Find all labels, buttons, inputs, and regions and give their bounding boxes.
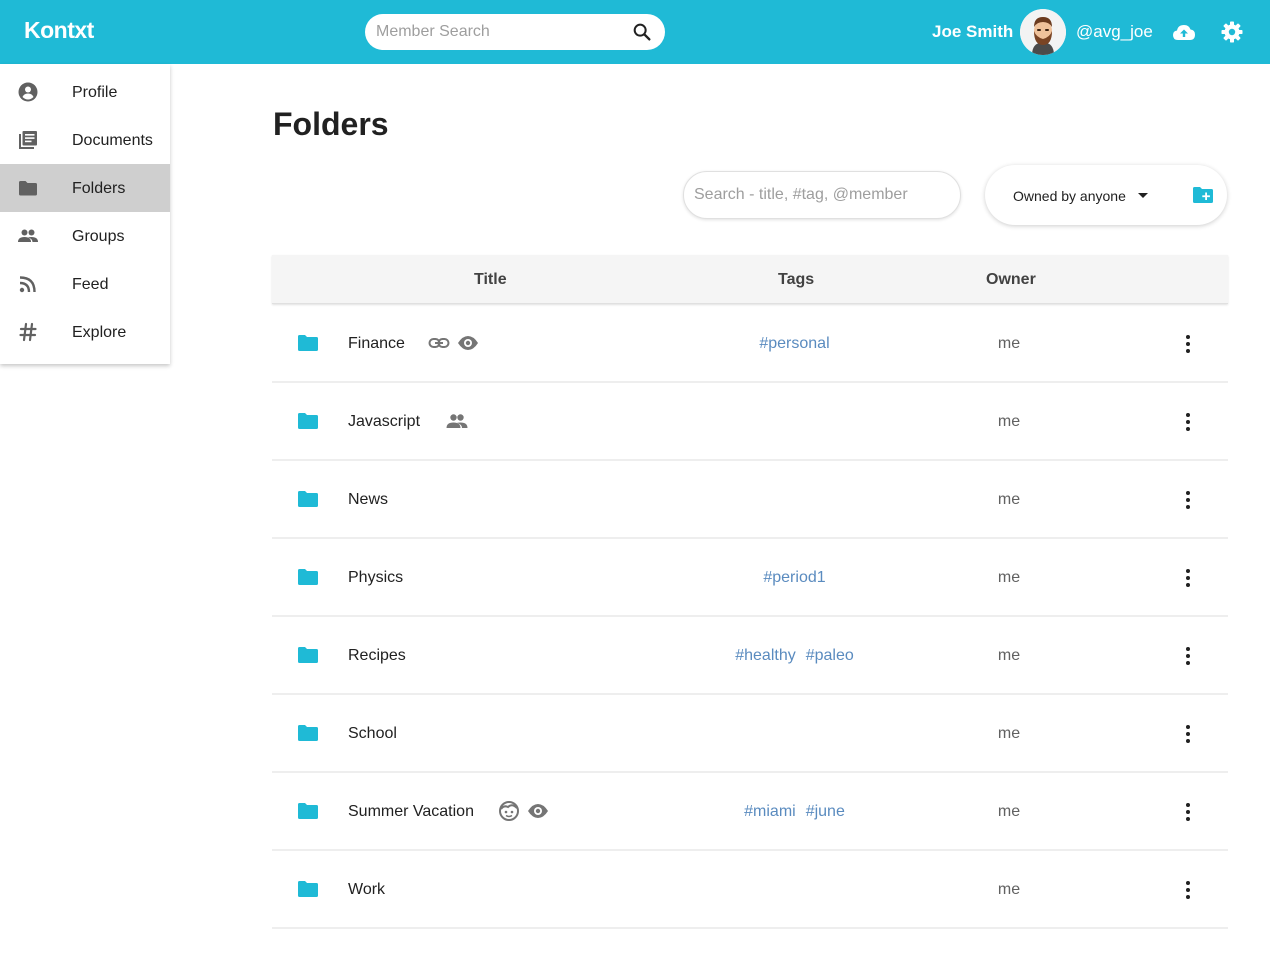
cloud-upload-icon[interactable] — [1172, 21, 1196, 43]
rss-icon — [19, 276, 36, 293]
more-vert-icon[interactable] — [1176, 410, 1200, 434]
sidebar-item-profile[interactable]: Profile — [0, 68, 170, 116]
folder-title[interactable]: News — [348, 491, 388, 509]
tag-list: #personal — [662, 335, 927, 353]
search-icon[interactable] — [631, 21, 653, 43]
owner-cell: me — [997, 725, 1021, 742]
top-app-bar: Kontxt Joe Smith @avg_joe — [0, 0, 1270, 64]
people-icon — [446, 410, 468, 432]
owner-cell: me — [997, 491, 1021, 508]
table-row[interactable]: School me — [272, 695, 1228, 773]
folder-title[interactable]: Javascript — [348, 413, 420, 431]
owner-filter-dropdown[interactable]: Owned by anyone — [1013, 188, 1126, 204]
more-vert-icon[interactable] — [1176, 722, 1200, 746]
sidebar-item-label: Documents — [72, 132, 153, 149]
owner-cell: me — [997, 413, 1021, 430]
folder-icon — [298, 647, 318, 663]
folder-title[interactable]: School — [348, 725, 397, 743]
library-books-icon — [19, 131, 37, 149]
sidebar-item-feed[interactable]: Feed — [0, 260, 170, 308]
owner-cell: me — [997, 569, 1021, 586]
tag-link[interactable]: #personal — [759, 335, 829, 352]
sidebar-item-groups[interactable]: Groups — [0, 212, 170, 260]
member-search-input[interactable] — [376, 20, 626, 44]
more-vert-icon[interactable] — [1176, 566, 1200, 590]
folder-title[interactable]: Work — [348, 881, 385, 899]
folder-search-input[interactable] — [694, 185, 949, 205]
folder-icon — [298, 491, 318, 507]
owner-filter-bar: Owned by anyone — [985, 165, 1227, 225]
hashtag-icon — [19, 322, 37, 342]
folder-icon — [298, 335, 318, 351]
table-row[interactable]: Physics #period1 me — [272, 539, 1228, 617]
folder-title[interactable]: Summer Vacation — [348, 803, 474, 821]
folder-search-box[interactable] — [683, 171, 961, 219]
create-new-folder-icon[interactable] — [1192, 186, 1214, 204]
sidebar-item-label: Groups — [72, 228, 125, 245]
folder-icon — [19, 181, 37, 196]
owner-cell: me — [997, 881, 1021, 898]
column-header-tags[interactable]: Tags — [778, 271, 814, 289]
sidebar-item-label: Profile — [72, 84, 118, 101]
tag-list: #healthy #paleo — [662, 647, 927, 665]
column-header-owner[interactable]: Owner — [986, 271, 1036, 289]
folder-title[interactable]: Finance — [348, 335, 405, 353]
user-name[interactable]: Joe Smith — [932, 22, 1013, 42]
folder-icon — [298, 803, 318, 819]
eye-icon — [457, 332, 479, 354]
tag-list: #miami #june — [662, 803, 927, 821]
tag-link[interactable]: #period1 — [763, 569, 825, 586]
table-row[interactable]: Recipes #healthy #paleo me — [272, 617, 1228, 695]
column-header-title[interactable]: Title — [474, 271, 507, 289]
folder-icon — [298, 881, 318, 897]
more-vert-icon[interactable] — [1176, 488, 1200, 512]
owner-cell: me — [997, 803, 1021, 820]
member-search-box[interactable] — [365, 14, 665, 50]
table-row[interactable]: News me — [272, 461, 1228, 539]
tag-list: #period1 — [662, 569, 927, 587]
face-icon — [498, 800, 520, 822]
avatar-face-icon — [1020, 9, 1066, 55]
tag-link[interactable]: #healthy — [735, 647, 796, 664]
table-header: Title Tags Owner — [272, 255, 1228, 304]
folder-icon — [298, 725, 318, 741]
account-circle-icon — [18, 82, 38, 102]
owner-cell: me — [997, 335, 1021, 352]
more-vert-icon[interactable] — [1176, 878, 1200, 902]
more-vert-icon[interactable] — [1176, 800, 1200, 824]
folder-icon — [298, 413, 318, 429]
sidebar-nav: Profile Documents Folders Groups Feed Ex… — [0, 64, 170, 364]
sidebar-item-label: Feed — [72, 276, 109, 293]
sidebar-item-explore[interactable]: Explore — [0, 308, 170, 356]
folder-icon — [298, 569, 318, 585]
user-handle[interactable]: @avg_joe — [1076, 22, 1153, 42]
folder-title[interactable]: Physics — [348, 569, 403, 587]
people-icon — [18, 229, 38, 242]
avatar[interactable] — [1020, 9, 1066, 55]
sidebar-item-documents[interactable]: Documents — [0, 116, 170, 164]
table-row[interactable]: Javascript me — [272, 383, 1228, 461]
page-title: Folders — [273, 106, 389, 142]
table-row[interactable]: Summer Vacation #miami #june me — [272, 773, 1228, 851]
owner-cell: me — [997, 647, 1021, 664]
sidebar-item-folders[interactable]: Folders — [0, 164, 170, 212]
sidebar-item-label: Folders — [72, 180, 126, 197]
table-row[interactable]: Work me — [272, 851, 1228, 929]
sidebar-item-label: Explore — [72, 324, 127, 341]
table-row[interactable]: Finance #personal me — [272, 305, 1228, 383]
tag-link[interactable]: #paleo — [806, 647, 854, 664]
tag-link[interactable]: #june — [806, 803, 845, 820]
folder-title[interactable]: Recipes — [348, 647, 406, 665]
more-vert-icon[interactable] — [1176, 644, 1200, 668]
eye-icon — [527, 800, 549, 822]
tag-link[interactable]: #miami — [744, 803, 796, 820]
link-icon — [428, 332, 450, 354]
more-vert-icon[interactable] — [1176, 332, 1200, 356]
app-logo[interactable]: Kontxt — [24, 17, 94, 44]
gear-icon[interactable] — [1221, 21, 1243, 43]
dropdown-arrow-icon[interactable] — [1138, 193, 1148, 198]
